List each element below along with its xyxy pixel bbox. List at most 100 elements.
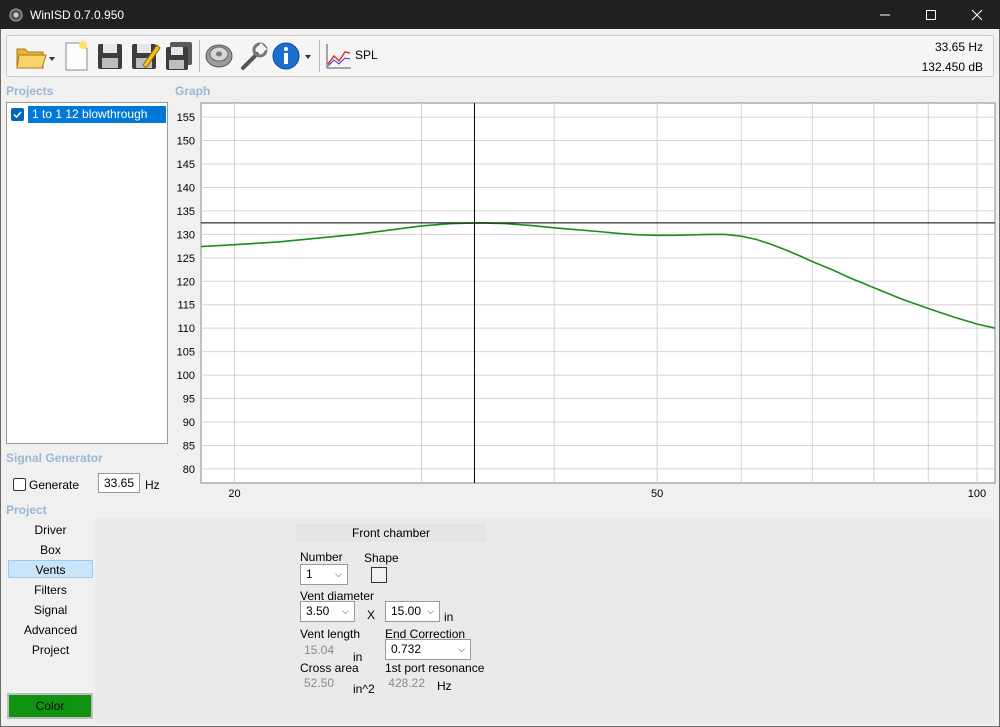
- minimize-icon: [880, 14, 890, 16]
- graph-section-label: Graph: [175, 84, 211, 98]
- y-tick-label: 110: [177, 323, 195, 335]
- frequency-readout: 33.65 Hz: [934, 40, 983, 54]
- toolbar: SPL 33.65 Hz 132.450 dB: [6, 35, 994, 77]
- options-button[interactable]: [237, 39, 269, 73]
- vent-diameter-value: 3.50: [306, 604, 330, 618]
- y-tick-label: 95: [183, 394, 195, 406]
- y-tick-label: 85: [183, 440, 195, 452]
- end-correction-value: 0.732: [391, 642, 422, 656]
- minimize-button[interactable]: [862, 0, 908, 29]
- y-tick-label: 140: [177, 182, 195, 194]
- project-checkbox[interactable]: [11, 108, 24, 121]
- spl-graph[interactable]: 80 85 90 95 100 105 110 115 120 125 130 135 140 145 15…: [170, 100, 1000, 502]
- spl-graph-button[interactable]: [323, 39, 353, 73]
- close-button[interactable]: [954, 0, 1000, 29]
- vent-shape-button[interactable]: [371, 567, 387, 583]
- nav-item-advanced[interactable]: Advanced: [8, 621, 93, 639]
- open-project-button[interactable]: [13, 39, 57, 73]
- nav-item-box[interactable]: Box: [8, 541, 93, 559]
- new-project-button[interactable]: [61, 39, 91, 73]
- save-disk-icon: [98, 44, 122, 69]
- checkmark-icon: [13, 111, 22, 119]
- vent-width-select[interactable]: 15.00 ⌵: [385, 601, 440, 622]
- vent-length-label: Vent length: [300, 627, 361, 641]
- vent-width-value: 15.00: [391, 604, 422, 618]
- nav-item-project[interactable]: Project: [8, 641, 93, 659]
- plot-area: [200, 102, 996, 484]
- y-tick-label: 135: [177, 206, 195, 218]
- chevron-down-icon: ⌵: [458, 644, 465, 654]
- y-tick-label: 120: [177, 276, 195, 288]
- x-tick-label: 100: [968, 488, 986, 500]
- close-icon: [971, 9, 983, 21]
- nav-item-vents[interactable]: Vents: [8, 560, 93, 578]
- toolbar-separator: [199, 40, 200, 72]
- open-folder-icon: [16, 48, 55, 69]
- speaker-driver-icon: [205, 44, 233, 68]
- winisd-app-icon: [9, 8, 23, 22]
- project-section-label: Project: [6, 503, 47, 517]
- about-button[interactable]: [271, 39, 315, 73]
- x-tick-label: 20: [228, 488, 240, 500]
- list-item[interactable]: 1 to 1 12 blowthrough: [10, 106, 166, 123]
- signal-generator-section-label: Signal Generator: [6, 451, 103, 465]
- level-readout: 132.450 dB: [921, 60, 983, 74]
- x-tick-label: 50: [651, 488, 663, 500]
- vent-number-select[interactable]: 1 ⌵: [300, 564, 348, 585]
- color-button[interactable]: Color: [7, 693, 93, 719]
- new-document-icon: [65, 41, 88, 71]
- window-title: WinISD 0.7.0.950: [30, 8, 125, 22]
- nav-item-filters[interactable]: Filters: [8, 581, 93, 599]
- save-all-icon: [166, 42, 192, 70]
- front-chamber-header: Front chamber: [296, 524, 486, 542]
- y-tick-label: 80: [183, 464, 195, 476]
- generate-checkbox[interactable]: [13, 478, 26, 491]
- vent-number-value: 1: [306, 567, 313, 581]
- project-name[interactable]: 1 to 1 12 blowthrough: [28, 106, 166, 123]
- shape-label: Shape: [364, 551, 399, 565]
- chevron-down-icon: ⌵: [335, 569, 342, 579]
- y-tick-label: 90: [183, 417, 195, 429]
- color-button-label: Color: [35, 699, 65, 713]
- maximize-button[interactable]: [908, 0, 954, 29]
- spl-label: SPL: [355, 48, 378, 62]
- y-tick-label: 130: [177, 229, 195, 241]
- times-label: X: [367, 608, 376, 622]
- cross-area-label: Cross area: [300, 661, 359, 675]
- y-tick-label: 145: [177, 159, 195, 171]
- port-resonance-label: 1st port resonance: [385, 661, 485, 675]
- diameter-unit: in: [444, 610, 454, 624]
- cross-area-value: 52.50: [303, 676, 334, 690]
- projects-section-label: Projects: [6, 84, 54, 98]
- generator-frequency-input[interactable]: 33.65: [98, 473, 140, 493]
- generate-label: Generate: [29, 478, 80, 492]
- nav-item-driver[interactable]: Driver: [8, 521, 93, 539]
- y-tick-label: 100: [177, 370, 195, 382]
- info-icon: [272, 42, 311, 70]
- nav-item-signal[interactable]: Signal: [8, 601, 93, 619]
- number-label: Number: [300, 550, 343, 564]
- save-all-button[interactable]: [163, 39, 195, 73]
- vent-diameter-select[interactable]: 3.50 ⌵: [300, 601, 355, 622]
- driver-editor-button[interactable]: [203, 39, 235, 73]
- generator-frequency-unit: Hz: [145, 478, 160, 492]
- vent-length-value: 15.04: [303, 643, 334, 657]
- port-resonance-value: 428.22: [388, 676, 425, 690]
- chevron-down-icon: ⌵: [427, 606, 434, 616]
- maximize-icon: [926, 10, 936, 20]
- cross-area-unit: in^2: [353, 682, 375, 696]
- save-as-icon: [132, 44, 161, 69]
- end-correction-select[interactable]: 0.732 ⌵: [385, 639, 471, 660]
- save-as-button[interactable]: [129, 39, 161, 73]
- save-button[interactable]: [95, 39, 125, 73]
- toolbar-separator: [319, 40, 320, 72]
- y-tick-label: 115: [177, 300, 195, 312]
- y-tick-label: 125: [177, 253, 195, 265]
- y-tick-label: 105: [177, 347, 195, 359]
- vents-panel: [95, 518, 995, 724]
- title-bar: WinISD 0.7.0.950: [0, 0, 1000, 29]
- projects-list[interactable]: 1 to 1 12 blowthrough: [6, 102, 168, 444]
- y-tick-label: 155: [177, 112, 195, 124]
- wrench-icon: [241, 42, 268, 70]
- chevron-down-icon: ⌵: [342, 606, 349, 616]
